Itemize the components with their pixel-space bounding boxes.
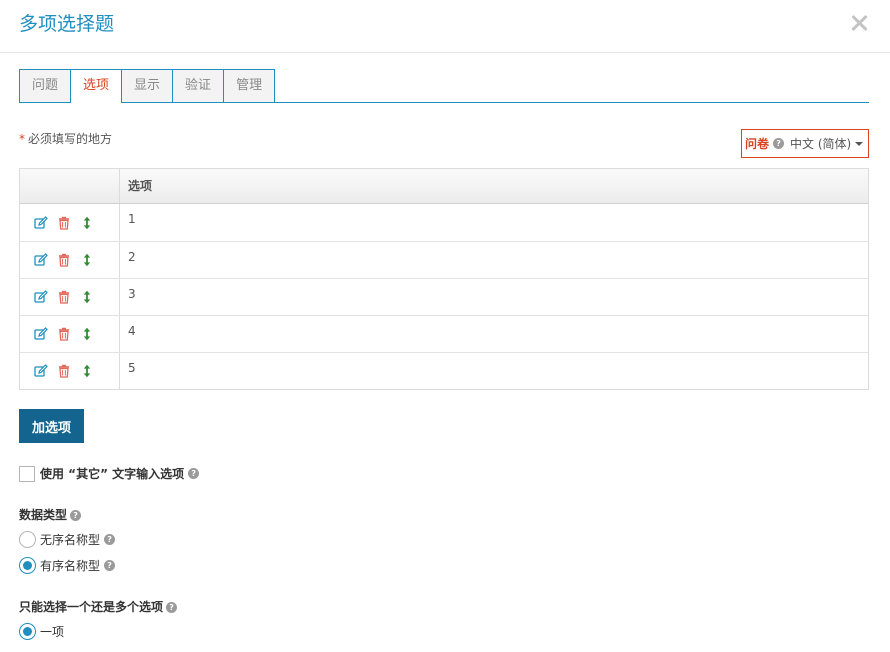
tab-question[interactable]: 问题 <box>19 69 72 102</box>
trash-icon[interactable] <box>57 290 71 304</box>
language-value: 中文 (简体) <box>790 137 852 151</box>
row-actions <box>20 316 120 352</box>
option-value[interactable]: 4 <box>120 316 868 352</box>
actions-header-cell <box>20 169 120 203</box>
add-option-button[interactable]: 加选项 <box>19 409 84 443</box>
move-icon[interactable] <box>80 290 94 304</box>
tab-bar: 问题 选项 显示 验证 管理 <box>19 69 869 103</box>
radio-unordered-label: 无序名称型 <box>40 533 101 547</box>
table-row: 3 <box>20 278 868 315</box>
data-type-label: 数据类型? <box>19 506 82 523</box>
edit-icon[interactable] <box>34 215 48 230</box>
dialog-header: 多项选择题 <box>0 0 890 53</box>
help-icon[interactable]: ? <box>773 138 785 149</box>
chevron-down-icon <box>855 141 864 146</box>
option-value[interactable]: 1 <box>120 204 868 241</box>
move-icon[interactable] <box>80 253 94 267</box>
edit-icon[interactable] <box>34 290 48 304</box>
help-icon[interactable]: ? <box>166 602 178 613</box>
options-column-header: 选项 <box>128 179 153 193</box>
tab-manage[interactable]: 管理 <box>223 69 276 102</box>
table-row: 2 <box>20 241 868 278</box>
selection-mode-text: 只能选择一个还是多个选项 <box>19 600 164 614</box>
language-label: 问卷 <box>745 137 770 151</box>
help-icon[interactable]: ? <box>188 468 200 479</box>
help-icon[interactable]: ? <box>104 560 116 571</box>
trash-icon[interactable] <box>57 327 71 341</box>
other-option-row: 使用 “其它” 文字输入选项 ? <box>19 465 200 482</box>
selection-mode-label: 只能选择一个还是多个选项? <box>19 598 178 615</box>
option-value[interactable]: 5 <box>120 353 868 389</box>
required-note: * 必须填写的地方 <box>19 130 112 147</box>
table-row: 4 <box>20 315 868 352</box>
move-icon[interactable] <box>80 364 94 378</box>
table-body: 12345 <box>20 204 868 389</box>
other-option-label: 使用 “其它” 文字输入选项 <box>40 467 185 481</box>
language-selector[interactable]: 问卷 ? 中文 (简体) <box>741 129 869 158</box>
radio-unordered[interactable] <box>19 531 36 548</box>
radio-unordered-row: 无序名称型 ? <box>19 531 116 548</box>
row-actions <box>20 242 120 278</box>
close-icon[interactable] <box>850 14 868 32</box>
tab-display[interactable]: 显示 <box>121 69 174 102</box>
trash-icon[interactable] <box>57 216 71 230</box>
tab-validation[interactable]: 验证 <box>172 69 225 102</box>
options-table: 选项 12345 <box>19 168 869 390</box>
edit-icon[interactable] <box>34 327 48 341</box>
move-icon[interactable] <box>80 327 94 341</box>
table-row: 1 <box>20 204 868 241</box>
row-actions <box>20 279 120 315</box>
radio-single-label: 一项 <box>40 625 65 639</box>
help-icon[interactable]: ? <box>104 534 116 545</box>
option-value[interactable]: 3 <box>120 279 868 315</box>
dialog-title: 多项选择题 <box>19 13 115 35</box>
other-option-checkbox[interactable] <box>19 465 35 482</box>
radio-single[interactable] <box>19 623 36 640</box>
table-header: 选项 <box>20 169 868 204</box>
radio-single-row: 一项 <box>19 623 64 640</box>
edit-icon[interactable] <box>34 253 48 267</box>
option-value[interactable]: 2 <box>120 242 868 278</box>
radio-ordered[interactable] <box>19 557 36 574</box>
table-row: 5 <box>20 352 868 389</box>
tab-options[interactable]: 选项 <box>70 69 123 103</box>
required-star: * <box>19 132 25 146</box>
row-actions <box>20 353 120 389</box>
trash-icon[interactable] <box>57 364 71 378</box>
move-icon[interactable] <box>80 216 94 230</box>
radio-ordered-label: 有序名称型 <box>40 559 101 573</box>
help-icon[interactable]: ? <box>70 510 82 521</box>
required-note-text: 必须填写的地方 <box>28 132 113 146</box>
data-type-text: 数据类型 <box>19 508 68 522</box>
edit-icon[interactable] <box>34 364 48 378</box>
trash-icon[interactable] <box>57 253 71 267</box>
row-actions <box>20 204 120 241</box>
radio-ordered-row: 有序名称型 ? <box>19 557 116 574</box>
